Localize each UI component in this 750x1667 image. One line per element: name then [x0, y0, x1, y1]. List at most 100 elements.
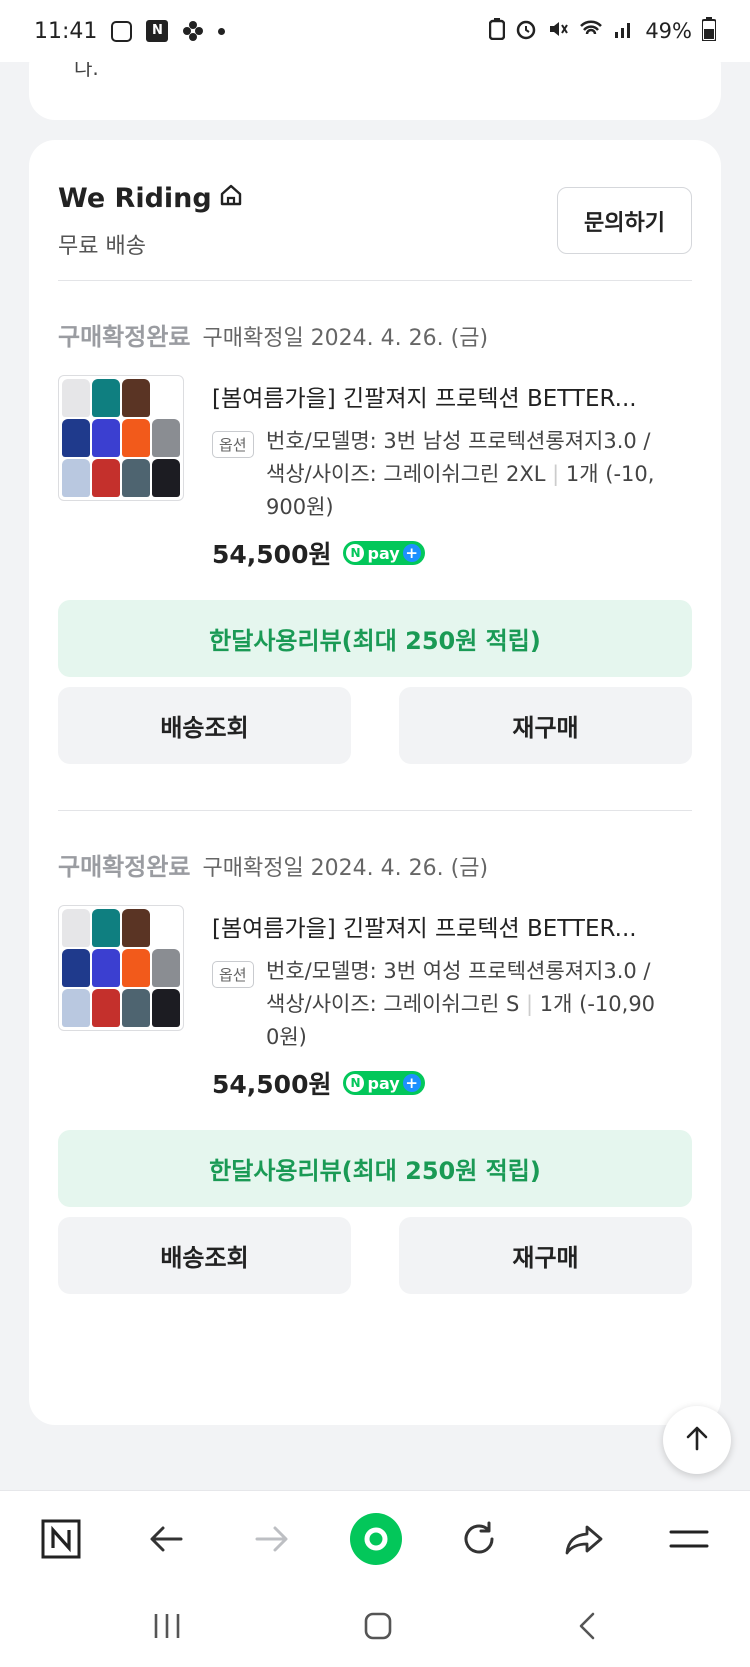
product-price: 54,500원	[212, 1070, 332, 1099]
refresh-icon	[459, 1519, 499, 1563]
track-delivery-button[interactable]: 배송조회	[58, 687, 351, 764]
option-text: 번호/모델명: 3번 남성 프로텍션롱져지3.0 / 색상/사이즈: 그레이쉬그…	[266, 425, 686, 524]
jersey-swatch	[62, 379, 90, 417]
forward-arrow-icon	[251, 1519, 291, 1563]
option-text: 번호/모델명: 3번 여성 프로텍션롱져지3.0 / 색상/사이즈: 그레이쉬그…	[266, 955, 686, 1054]
share-button[interactable]	[556, 1513, 612, 1569]
order-status-label: 구매확정완료	[58, 853, 191, 881]
price-row: 54,500원 N pay +	[212, 535, 425, 571]
jersey-swatch	[62, 949, 90, 987]
share-icon	[563, 1519, 605, 1563]
jersey-swatch	[92, 419, 120, 457]
track-delivery-button[interactable]: 배송조회	[58, 1217, 351, 1294]
jersey-swatch	[122, 419, 150, 457]
plus-icon: +	[402, 1074, 421, 1092]
forward-button[interactable]	[243, 1513, 299, 1569]
jersey-swatch	[152, 949, 180, 987]
green-home-button[interactable]	[348, 1513, 404, 1569]
review-button[interactable]: 한달사용리뷰(최대 250원 적립)	[58, 600, 692, 677]
jersey-swatch	[122, 909, 150, 947]
option-line: 색상/사이즈: 그레이쉬그린 S	[266, 992, 520, 1016]
jersey-swatch	[122, 949, 150, 987]
status-time: 11:41	[34, 18, 98, 44]
back-button[interactable]	[139, 1513, 195, 1569]
product-price: 54,500원	[212, 540, 332, 569]
option-line: 900원)	[266, 495, 334, 519]
back-arrow-icon	[147, 1519, 187, 1563]
pinwheel-icon	[182, 20, 204, 42]
arrow-up-icon	[682, 1423, 712, 1457]
system-home-button[interactable]	[353, 1606, 403, 1650]
browser-toolbar	[0, 1490, 750, 1590]
npay-label: pay	[367, 543, 400, 563]
plus-icon: +	[402, 544, 421, 562]
jersey-swatch	[152, 379, 180, 417]
jersey-swatch	[62, 459, 90, 497]
system-back-button[interactable]	[563, 1606, 613, 1650]
wifi-icon	[579, 18, 603, 45]
npay-n-icon: N	[346, 544, 365, 562]
jersey-swatch	[92, 909, 120, 947]
inquiry-button[interactable]: 문의하기	[557, 187, 692, 254]
refresh-button[interactable]	[451, 1513, 507, 1569]
option-line: 번호/모델명: 3번 여성 프로텍션롱져지3.0 /	[266, 959, 651, 983]
option-quantity: 1개 (-10,	[565, 462, 655, 486]
jersey-swatch	[122, 459, 150, 497]
option-badge: 옵션	[212, 961, 254, 988]
order-item: 구매확정완료 구매확정일 2024. 4. 26. (금) [봄여름가을] 긴팔…	[58, 317, 692, 777]
jersey-swatch	[92, 459, 120, 497]
home-square-icon	[363, 1611, 393, 1645]
review-button[interactable]: 한달사용리뷰(최대 250원 적립)	[58, 1130, 692, 1207]
jersey-swatch	[62, 909, 90, 947]
option-line: 번호/모델명: 3번 남성 프로텍션롱져지3.0 /	[266, 429, 651, 453]
price-row: 54,500원 N pay +	[212, 1065, 425, 1101]
divider	[58, 810, 692, 811]
product-thumbnail[interactable]	[58, 375, 184, 501]
npay-plus-badge: N pay +	[343, 541, 425, 565]
naver-n-icon	[41, 1519, 81, 1563]
jersey-swatch	[92, 949, 120, 987]
battery-saver-icon	[489, 17, 506, 45]
shop-name-link[interactable]: We Riding	[58, 182, 244, 215]
npay-label: pay	[367, 1073, 400, 1093]
jersey-swatch	[62, 419, 90, 457]
order-group-card: We Riding 무료 배송 문의하기 구매확정완료 구매확정일 2024. …	[29, 140, 721, 1425]
confirm-date: 구매확정일 2024. 4. 26. (금)	[202, 326, 489, 351]
battery-percent: 49%	[645, 19, 692, 43]
recent-apps-button[interactable]	[142, 1606, 192, 1650]
system-navigation-bar	[0, 1590, 750, 1667]
menu-button[interactable]	[661, 1513, 717, 1569]
option-line: 색상/사이즈: 그레이쉬그린 2XL	[266, 462, 546, 486]
product-title[interactable]: [봄여름가을] 긴팔져지 프로텍션 BETTER...	[212, 909, 692, 943]
jersey-swatch	[152, 909, 180, 947]
scroll-to-top-button[interactable]	[663, 1406, 731, 1474]
option-quantity: 1개 (-10,90	[539, 992, 656, 1016]
confirm-date: 구매확정일 2024. 4. 26. (금)	[202, 856, 489, 881]
order-item: 구매확정완료 구매확정일 2024. 4. 26. (금) [봄여름가을] 긴팔…	[58, 847, 692, 1307]
back-chevron-icon	[573, 1611, 603, 1645]
npay-n-icon: N	[346, 1074, 365, 1092]
jersey-swatch	[92, 379, 120, 417]
jersey-swatch	[122, 379, 150, 417]
recent-apps-icon	[152, 1611, 182, 1645]
jersey-swatch	[62, 989, 90, 1027]
jersey-swatch	[152, 989, 180, 1027]
mute-icon	[547, 18, 569, 45]
notification-dot-icon	[218, 27, 226, 35]
naver-home-button[interactable]	[33, 1513, 89, 1569]
alarm-icon	[515, 18, 537, 45]
rebuy-button[interactable]: 재구매	[399, 1217, 692, 1294]
rebuy-button[interactable]: 재구매	[399, 687, 692, 764]
shipping-info: 무료 배송	[58, 234, 146, 259]
order-status-label: 구매확정완료	[58, 323, 191, 351]
option-line: 0원)	[266, 1025, 307, 1049]
product-title[interactable]: [봄여름가을] 긴팔져지 프로텍션 BETTER...	[212, 379, 692, 413]
option-badge: 옵션	[212, 431, 254, 458]
green-home-dot-icon	[348, 1511, 404, 1571]
jersey-swatch	[122, 989, 150, 1027]
jersey-swatch	[92, 989, 120, 1027]
naver-notification-icon: N	[146, 20, 169, 42]
instagram-icon	[111, 20, 133, 42]
product-thumbnail[interactable]	[58, 905, 184, 1031]
jersey-swatch	[152, 459, 180, 497]
